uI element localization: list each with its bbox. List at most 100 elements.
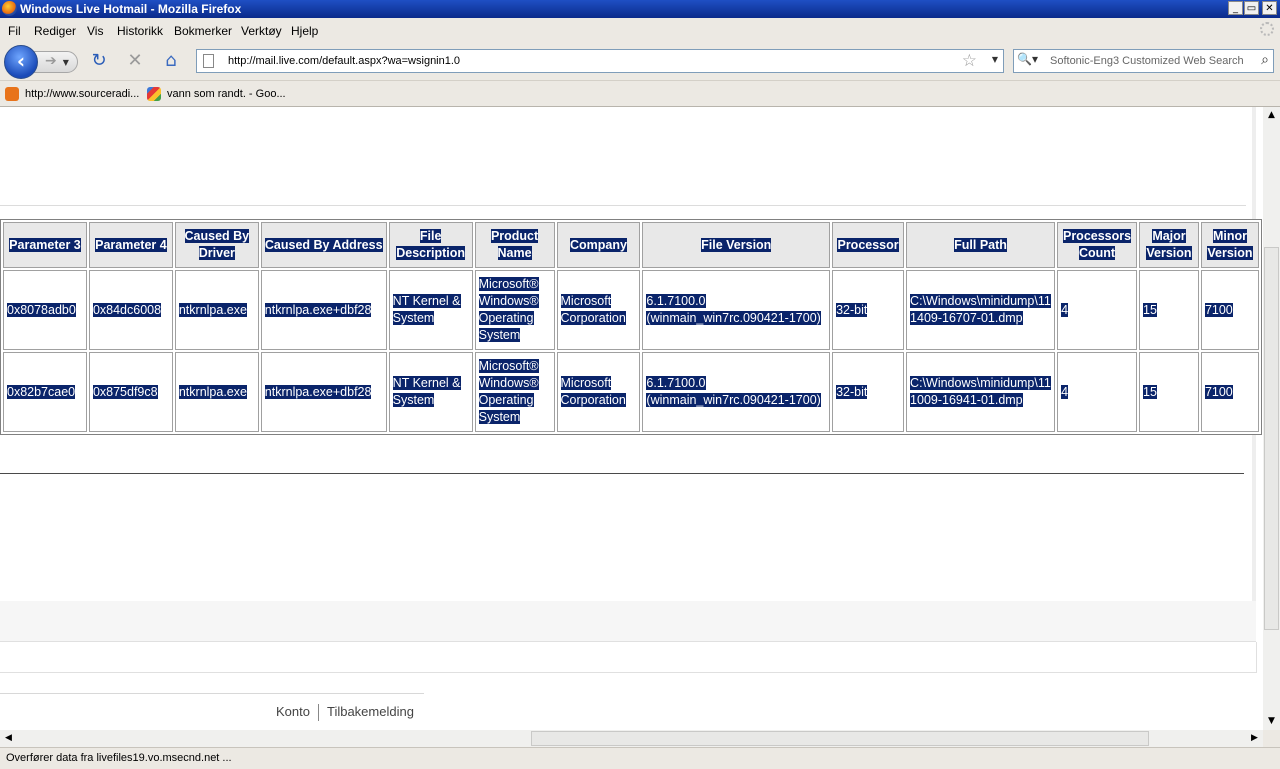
table-cell: 7100 [1200,270,1259,350]
table-cell: 15 [1139,270,1199,350]
table-header-row: Parameter 3 Parameter 4 Caused By Driver… [3,222,1259,268]
table-cell: 4 [1057,352,1138,432]
menu-file[interactable]: Fil [8,24,21,38]
maximize-button[interactable]: ▭ [1244,1,1259,15]
bookmark-label: vann som randt. - Goo... [167,87,286,100]
back-icon: ‹ [16,49,26,73]
table-cell: Microsoft® Windows® Operating System [474,270,555,350]
history-dropdown-icon[interactable]: ▼ [63,58,69,67]
column-header: Major Version [1139,222,1199,268]
bookmark-label: http://www.sourceradi... [25,87,140,100]
table-cell: 7100 [1200,352,1259,432]
footer-links: Konto Tilbakemelding [276,704,414,722]
stop-icon: ✕ [127,50,143,71]
account-link[interactable]: Konto [276,704,310,719]
table-cell: NT Kernel & System [388,352,473,432]
reload-button[interactable]: ↻ [88,50,110,72]
throbber-icon [1260,22,1274,36]
forward-button[interactable]: ➔ ▼ [34,51,78,73]
column-header: File Version [642,222,831,268]
column-header: Minor Version [1200,222,1259,268]
table-cell: ntkrnlpa.exe+dbf28 [260,352,387,432]
message-footer-area [0,642,1257,673]
table-cell: 0x875df9c8 [88,352,173,432]
table-row: 0x8078adb0 0x84dc6008 ntkrnlpa.exe ntkrn… [3,270,1259,350]
menu-history[interactable]: Historikk [117,24,163,38]
search-input[interactable]: Softonic-Eng3 Customized Web Search [1050,55,1244,67]
table-cell: 4 [1057,270,1138,350]
status-bar: Overfører data fra livefiles19.vo.msecnd… [0,747,1280,769]
bookmarks-toolbar: http://www.sourceradi... vann som randt.… [0,81,1280,107]
feedback-link[interactable]: Tilbakemelding [327,704,414,719]
table-cell: 6.1.7100.0 (winmain_win7rc.090421-1700) [642,270,831,350]
scroll-left-icon[interactable]: ◀ [0,730,17,747]
minimize-button[interactable]: _ [1228,1,1243,15]
url-text[interactable]: http://mail.live.com/default.aspx?wa=wsi… [228,55,460,67]
menu-view[interactable]: Vis [87,24,103,38]
table-cell: 32-bit [832,270,905,350]
table-cell: 6.1.7100.0 (winmain_win7rc.090421-1700) [642,352,831,432]
column-header: Parameter 3 [3,222,87,268]
column-header: Product Name [474,222,555,268]
table-cell: C:\Windows\minidump\111409-16707-01.dmp [906,270,1056,350]
column-header: Processor [832,222,905,268]
table-cell: ntkrnlpa.exe+dbf28 [260,270,387,350]
page-icon [203,54,214,68]
scroll-up-icon[interactable]: ▲ [1263,107,1280,124]
table-cell: 0x84dc6008 [88,270,173,350]
crash-dump-table: Parameter 3 Parameter 4 Caused By Driver… [0,219,1262,435]
window-title: Windows Live Hotmail - Mozilla Firefox [20,2,242,16]
rss-feed-icon [5,87,19,101]
column-header: File Description [388,222,473,268]
bookmark-item[interactable]: http://www.sourceradi... [5,87,139,101]
table-cell: 15 [1139,352,1199,432]
reload-icon: ↻ [91,50,107,71]
footer-divider [0,693,424,694]
menu-bookmarks[interactable]: Bokmerker [174,24,232,38]
scroll-down-icon[interactable]: ▼ [1263,713,1280,730]
table-cell: ntkrnlpa.exe [174,352,259,432]
table-cell: 0x82b7cae0 [3,352,87,432]
home-icon: ⌂ [165,50,177,71]
close-button[interactable]: ✕ [1262,1,1277,15]
table-cell: Microsoft® Windows® Operating System [474,352,555,432]
menu-tools[interactable]: Verktøy [241,24,282,38]
table-cell: C:\Windows\minidump\111009-16941-01.dmp [906,352,1056,432]
google-icon [147,87,161,101]
search-icon[interactable]: ⌕ [1261,52,1269,68]
address-bar[interactable]: http://mail.live.com/default.aspx?wa=wsi… [196,49,1004,73]
home-button[interactable]: ⌂ [160,50,182,72]
table-row: 0x82b7cae0 0x875df9c8 ntkrnlpa.exe ntkrn… [3,352,1259,432]
table-cell: Microsoft Corporation [556,270,641,350]
horizontal-scroll-thumb[interactable] [531,731,1149,746]
table-cell: 32-bit [832,352,905,432]
page-content: Parameter 3 Parameter 4 Caused By Driver… [0,107,1262,730]
bookmark-item[interactable]: vann som randt. - Goo... [147,87,286,101]
menu-edit[interactable]: Rediger [34,24,76,38]
vertical-scrollbar[interactable]: ▲ ▼ [1263,107,1280,730]
stop-button[interactable]: ✕ [124,50,146,72]
firefox-icon [2,1,17,16]
column-header: Processors Count [1057,222,1138,268]
horizontal-scrollbar[interactable]: ◀ ▶ [0,730,1263,747]
scroll-right-icon[interactable]: ▶ [1246,730,1263,747]
vertical-scroll-thumb[interactable] [1264,247,1279,630]
title-bar: Windows Live Hotmail - Mozilla Firefox _… [0,0,1280,18]
divider [0,205,1246,206]
column-header: Parameter 4 [88,222,173,268]
menu-bar: Fil Rediger Vis Historikk Bokmerker Verk… [0,18,1280,42]
link-separator [317,704,319,722]
menu-help[interactable]: Hjelp [291,24,318,38]
url-dropdown-icon[interactable]: ▼ [992,55,998,64]
column-header: Full Path [906,222,1056,268]
table-cell: 0x8078adb0 [3,270,87,350]
search-engine-icon[interactable]: 🔍▾ [1017,52,1043,70]
back-button[interactable]: ‹ [4,45,38,79]
message-toolbar-area [0,601,1256,642]
column-header: Caused By Driver [174,222,259,268]
table-cell: Microsoft Corporation [556,352,641,432]
table-cell: ntkrnlpa.exe [174,270,259,350]
column-header: Caused By Address [260,222,387,268]
search-bar[interactable]: 🔍▾ Softonic-Eng3 Customized Web Search ⌕ [1013,49,1274,73]
star-icon[interactable]: ☆ [962,51,977,71]
